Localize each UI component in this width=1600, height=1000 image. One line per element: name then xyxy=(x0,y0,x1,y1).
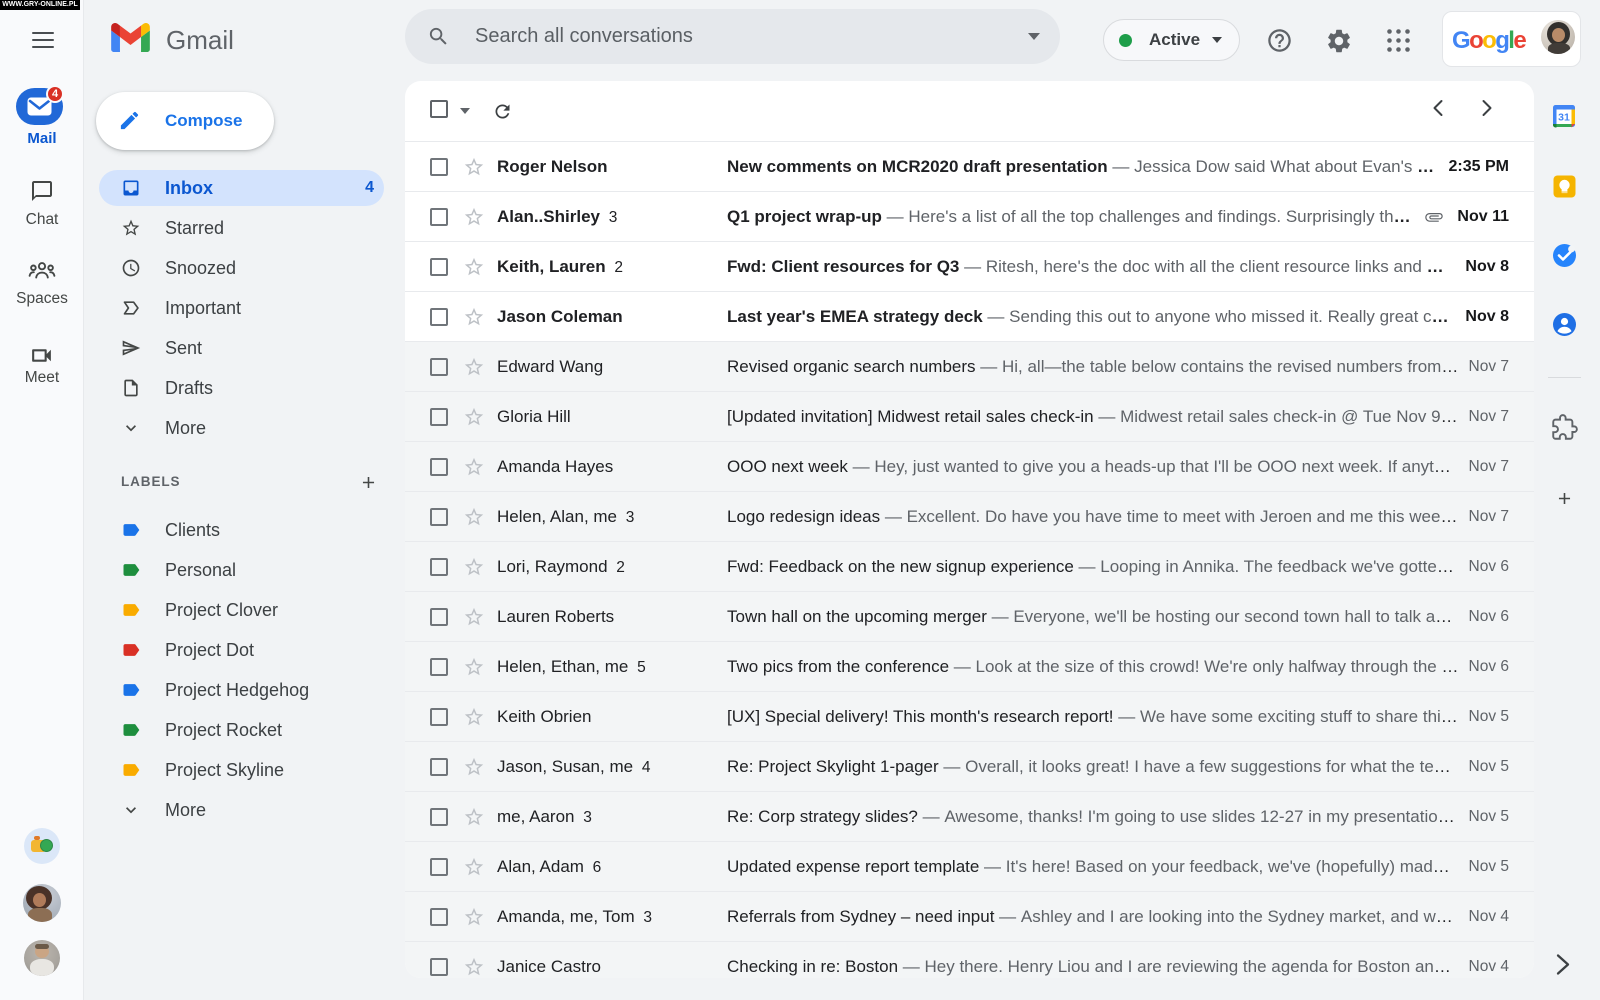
svg-text:31: 31 xyxy=(1558,112,1570,124)
